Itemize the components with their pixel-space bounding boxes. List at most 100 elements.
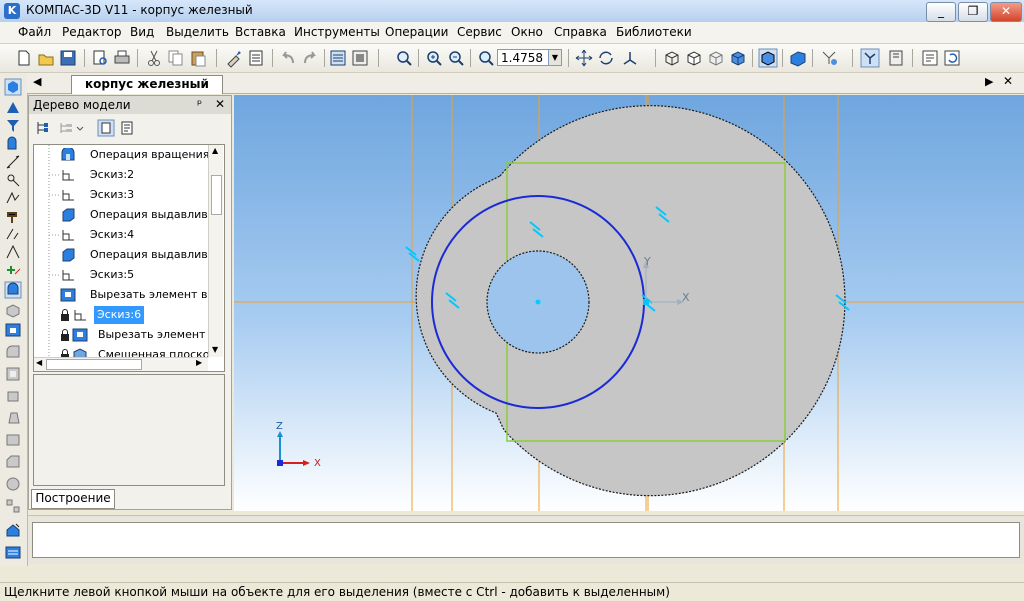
pan-icon[interactable] xyxy=(574,48,594,68)
scroll-thumb[interactable] xyxy=(211,175,222,215)
new-document-icon[interactable] xyxy=(14,48,34,68)
tree-item-sketch2[interactable]: Эскиз:2 xyxy=(34,165,204,185)
construction-tab[interactable]: Построение xyxy=(31,489,115,509)
angle-panel-icon[interactable] xyxy=(4,243,22,261)
hscroll-thumb[interactable] xyxy=(46,359,142,370)
open-folder-icon[interactable] xyxy=(36,48,56,68)
perspective-icon[interactable] xyxy=(788,48,808,68)
zoom-out-icon[interactable] xyxy=(446,48,466,68)
menu-operations[interactable]: Операции xyxy=(385,25,448,39)
menu-insert[interactable]: Вставка xyxy=(235,25,286,39)
editing-panel-icon[interactable] xyxy=(4,281,22,299)
extrude-tool-icon[interactable] xyxy=(4,301,22,319)
tree-horizontal-scrollbar[interactable]: ◀ ▶ xyxy=(34,357,208,371)
filter-select-icon[interactable] xyxy=(820,48,840,68)
scroll-down-icon[interactable]: ▼ xyxy=(212,345,218,354)
part-body[interactable] xyxy=(415,105,846,497)
center-point[interactable] xyxy=(535,299,541,305)
copy-icon[interactable] xyxy=(166,48,186,68)
shaded-edges-icon[interactable] xyxy=(758,48,778,68)
library-manager-icon[interactable] xyxy=(886,48,906,68)
tree-vertical-scrollbar[interactable]: ▲ ▼ xyxy=(208,145,223,357)
planes-panel-icon[interactable] xyxy=(4,543,22,561)
tree-item-sketch4[interactable]: Эскиз:4 xyxy=(34,225,204,245)
menu-editor[interactable]: Редактор xyxy=(62,25,121,39)
tree-view-mode-icon[interactable] xyxy=(59,120,85,136)
format-brush-icon[interactable] xyxy=(224,48,244,68)
fillet-tool-icon[interactable] xyxy=(4,343,22,361)
tree-item-cut2[interactable]: Вырезать элемент в xyxy=(34,325,215,345)
document-close-icon[interactable]: ✕ xyxy=(1003,74,1013,88)
restore-button[interactable]: ❐ xyxy=(958,2,988,22)
tabs-scroll-left-icon[interactable]: ◀ xyxy=(33,75,41,88)
kompas-app-icon[interactable]: K xyxy=(4,3,20,19)
parameters-icon[interactable] xyxy=(920,48,940,68)
model-viewport[interactable]: Y X Z X xyxy=(234,95,1024,511)
wireframe-icon[interactable] xyxy=(662,48,682,68)
pin-icon[interactable]: ᵖ xyxy=(197,97,202,111)
create-sketch-icon[interactable] xyxy=(4,521,22,539)
zoom-in-icon[interactable] xyxy=(424,48,444,68)
tree-item-sketch5[interactable]: Эскиз:5 xyxy=(34,265,204,285)
close-button[interactable]: ✕ xyxy=(990,2,1022,22)
constraints-panel-icon[interactable] xyxy=(4,261,22,279)
document-manager-icon[interactable] xyxy=(328,48,348,68)
surfaces-panel-icon[interactable] xyxy=(4,135,22,153)
undo-icon[interactable] xyxy=(278,48,298,68)
menu-service[interactable]: Сервис xyxy=(457,25,502,39)
dimensions-panel-icon[interactable] xyxy=(4,153,22,171)
properties-icon[interactable] xyxy=(246,48,266,68)
tree-item-cut1[interactable]: Вырезать элемент вы xyxy=(34,285,216,305)
rotate-icon[interactable] xyxy=(596,48,616,68)
orientation-icon[interactable] xyxy=(620,48,640,68)
scroll-left-icon[interactable]: ◀ xyxy=(36,358,42,367)
variables-icon[interactable] xyxy=(350,48,370,68)
hammer-icon[interactable] xyxy=(4,207,22,225)
hole-tool-icon[interactable] xyxy=(4,431,22,449)
tree-item-sketch6-selected[interactable]: Эскиз:6 xyxy=(34,305,204,325)
cut-extrude-tool-icon[interactable] xyxy=(4,321,22,339)
zoom-dropdown-button[interactable]: ▼ xyxy=(548,49,562,66)
menu-view[interactable]: Вид xyxy=(130,25,154,39)
measure-panel-icon[interactable] xyxy=(4,171,22,189)
menu-tools[interactable]: Инструменты xyxy=(294,25,380,39)
shell-tool-icon[interactable] xyxy=(4,365,22,383)
zoom-window-icon[interactable] xyxy=(394,48,414,68)
tree-item-sketch3[interactable]: Эскиз:3 xyxy=(34,185,204,205)
draft-tool-icon[interactable] xyxy=(4,409,22,427)
tree-structure-icon[interactable] xyxy=(35,120,51,136)
document-tab[interactable]: корпус железный xyxy=(71,75,223,94)
sketch-tools-icon[interactable] xyxy=(4,225,22,243)
menu-libraries[interactable]: Библиотеки xyxy=(616,25,692,39)
scroll-right-icon[interactable]: ▶ xyxy=(196,358,202,367)
redo-icon[interactable] xyxy=(300,48,320,68)
print-icon[interactable] xyxy=(112,48,132,68)
zoom-value-field[interactable]: 1.4758 xyxy=(497,49,549,66)
zoom-scale-icon[interactable] xyxy=(476,48,496,68)
curves-panel-icon[interactable] xyxy=(4,99,22,117)
tree-item-extrusion1[interactable]: Операция выдавлива xyxy=(34,205,215,225)
hidden-lines-icon[interactable] xyxy=(684,48,704,68)
paste-icon[interactable] xyxy=(188,48,208,68)
tree-properties-icon[interactable] xyxy=(119,120,135,136)
geometry-panel-icon[interactable] xyxy=(4,78,22,96)
scroll-up-icon[interactable]: ▲ xyxy=(212,146,218,155)
model-tree-toggle-icon[interactable] xyxy=(860,48,880,68)
rib-tool-icon[interactable] xyxy=(4,387,22,405)
tabs-scroll-right-icon[interactable]: ▶ xyxy=(985,75,993,88)
properties-field[interactable] xyxy=(32,522,1020,558)
panel-close-icon[interactable]: ✕ xyxy=(215,97,225,111)
save-icon[interactable] xyxy=(58,48,78,68)
menu-file[interactable]: Файл xyxy=(18,25,51,39)
tree-item-rotation[interactable]: Операция вращения: xyxy=(34,145,213,165)
cut-scissors-icon[interactable] xyxy=(144,48,164,68)
menu-help[interactable]: Справка xyxy=(554,25,607,39)
minimize-button[interactable]: _ xyxy=(926,2,956,22)
print-preview-icon[interactable] xyxy=(90,48,110,68)
rebuild-icon[interactable] xyxy=(942,48,962,68)
menu-window[interactable]: Окно xyxy=(511,25,543,39)
diagnostics-panel-icon[interactable] xyxy=(4,189,22,207)
array-tool-icon[interactable] xyxy=(4,497,22,515)
viewport-canvas[interactable]: Y X Z X xyxy=(234,95,1024,511)
filter-panel-icon[interactable] xyxy=(4,117,22,135)
